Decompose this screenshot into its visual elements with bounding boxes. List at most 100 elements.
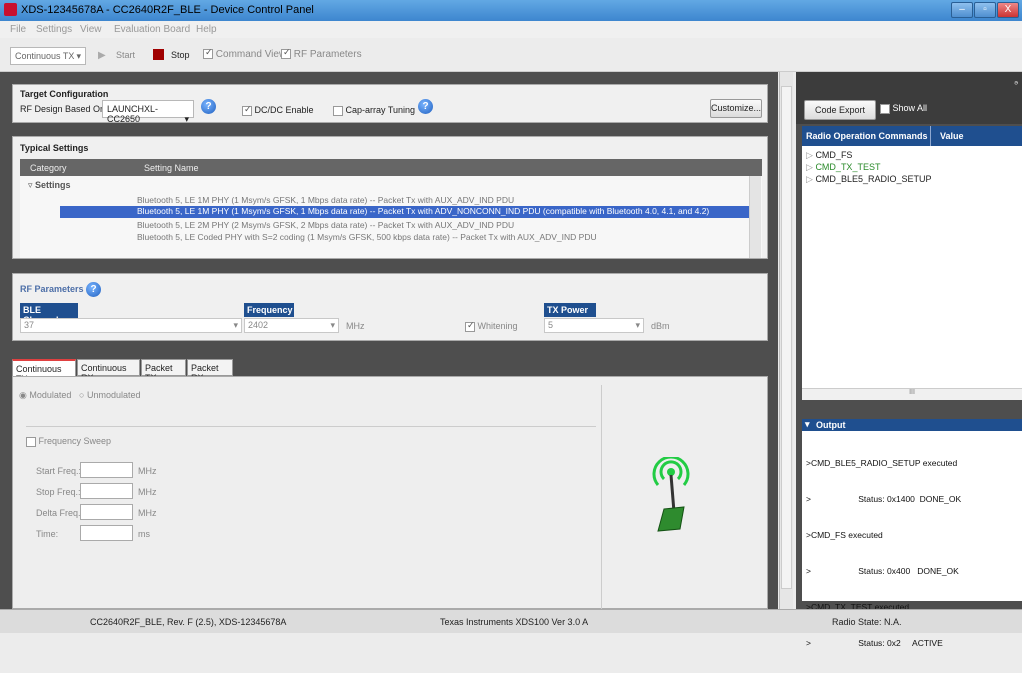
collapse-icon[interactable]: ▾ — [805, 419, 810, 430]
settings-group-row[interactable]: ▿ Settings — [28, 180, 71, 191]
menu-settings[interactable]: Settings — [36, 24, 72, 35]
menu-file[interactable]: File — [10, 24, 26, 35]
output-console: >CMD_BLE5_RADIO_SETUP executed > Status:… — [802, 431, 1022, 648]
code-export-button[interactable]: Code Export — [804, 100, 876, 120]
setting-row[interactable]: Bluetooth 5, LE 1M PHY (1 Msym/s GFSK, 1… — [137, 195, 752, 205]
column-commands: Radio Operation Commands — [806, 131, 928, 141]
expand-icon: ▷ — [806, 174, 813, 184]
radio-state: Radio State: N.A. — [832, 617, 902, 627]
expand-icon: ▷ — [806, 150, 813, 160]
minimize-button[interactable]: – — [951, 2, 973, 18]
tx-power-select[interactable]: 5 ▾ — [544, 318, 644, 333]
stop-icon[interactable] — [153, 49, 164, 60]
delta-freq-unit: MHz — [138, 508, 157, 518]
dcdc-label: DC/DC Enable — [254, 105, 314, 115]
checkbox-icon — [26, 436, 36, 447]
radio-on-icon: ◉ — [19, 390, 27, 400]
tree-item-label: CMD_TX_TEST — [815, 162, 881, 172]
mode-select[interactable]: Continuous TX ▾ — [10, 47, 86, 65]
settings-grid-header: Category Setting Name — [20, 159, 762, 176]
modulated-label: Modulated — [29, 390, 72, 400]
frequency-unit: MHz — [346, 321, 365, 331]
unmodulated-label: Unmodulated — [86, 390, 141, 400]
tree-item-cmd-tx-test[interactable]: ▷ CMD_TX_TEST — [806, 162, 880, 173]
whitening-checkbox[interactable]: Whitening — [465, 321, 518, 332]
help-icon[interactable]: ? — [201, 99, 216, 114]
close-button[interactable]: X — [997, 2, 1019, 18]
frequency-input[interactable]: 2402 ▾ — [244, 318, 339, 333]
command-view-label: Command View — [215, 49, 287, 60]
tree-item-cmd-fs[interactable]: ▷ CMD_FS — [806, 150, 852, 161]
rf-parameters-label: RF Parameters — [293, 49, 362, 60]
settings-scrollbar[interactable] — [749, 176, 761, 258]
menu-help[interactable]: Help — [196, 24, 217, 35]
tab-packet-tx[interactable]: Packet TX — [141, 359, 186, 383]
tab-continuous-rx[interactable]: Continuous RX — [77, 359, 140, 383]
unmodulated-radio[interactable]: ○ Unmodulated — [79, 390, 141, 400]
maximize-button[interactable]: ▫ — [974, 2, 996, 18]
divider — [26, 426, 596, 427]
frequency-sweep-checkbox[interactable]: Frequency Sweep — [26, 436, 111, 447]
commands-panel: ₔ Code Export Show All Radio Operation C… — [796, 72, 1022, 648]
pin-icon[interactable]: ₔ — [1014, 76, 1018, 87]
help-icon[interactable]: ? — [418, 99, 433, 114]
delta-freq-input[interactable] — [80, 504, 133, 520]
setting-row-selected[interactable]: Bluetooth 5, LE 1M PHY (1 Msym/s GFSK, 1… — [60, 206, 761, 218]
divider — [601, 385, 602, 610]
time-input[interactable] — [80, 525, 133, 541]
tx-power-value: 5 — [548, 320, 554, 330]
continuous-tx-content: ◉ Modulated ○ Unmodulated Frequency Swee… — [12, 376, 768, 610]
ble-channel-value: 37 — [24, 320, 35, 330]
time-label: Time: — [36, 529, 59, 539]
dcdc-enable-checkbox[interactable]: DC/DC Enable — [242, 105, 314, 116]
checkbox-icon — [465, 321, 475, 332]
status-bar: CC2640R2F_BLE, Rev. F (2.5), XDS-1234567… — [0, 609, 1022, 633]
typical-settings-panel: Typical Settings Category Setting Name ▿… — [12, 136, 768, 259]
commands-toolbar: ₔ Code Export Show All — [796, 72, 1022, 124]
output-line: > Status: 0x400 DONE_OK — [806, 566, 959, 576]
tree-item-label: CMD_BLE5_RADIO_SETUP — [815, 174, 932, 184]
play-icon[interactable]: ▶ — [98, 50, 106, 61]
expand-icon: ▷ — [806, 162, 813, 172]
chevron-down-icon: ▾ — [635, 320, 640, 330]
antenna-transmit-icon — [652, 457, 690, 532]
menu-evaluation-board[interactable]: Evaluation Board — [114, 24, 190, 35]
tree-hscrollbar[interactable]: III — [802, 388, 1022, 400]
start-button[interactable]: Start — [116, 50, 135, 60]
tab-packet-rx[interactable]: Packet RX — [187, 359, 233, 383]
scrollbar-thumb[interactable] — [781, 86, 792, 589]
stop-button[interactable]: Stop — [171, 50, 190, 60]
rf-parameters-toggle[interactable]: RF Parameters — [281, 49, 362, 60]
mode-select-value: Continuous TX — [15, 51, 75, 61]
start-freq-input[interactable] — [80, 462, 133, 478]
modulated-radio[interactable]: ◉ Modulated — [19, 390, 71, 401]
device-status: CC2640R2F_BLE, Rev. F (2.5), XDS-1234567… — [90, 617, 287, 627]
customize-button[interactable]: Customize... — [710, 99, 762, 118]
stop-freq-input[interactable] — [80, 483, 133, 499]
ble-channel-select[interactable]: 37 ▾ — [20, 318, 242, 333]
setting-row[interactable]: Bluetooth 5, LE Coded PHY with S=2 codin… — [137, 232, 752, 242]
chevron-down-icon: ▾ — [76, 51, 81, 61]
show-all-checkbox[interactable]: Show All — [880, 103, 927, 114]
menu-view[interactable]: View — [80, 24, 102, 35]
main-scrollbar[interactable] — [779, 72, 793, 609]
help-icon[interactable]: ? — [86, 282, 101, 297]
cap-array-checkbox[interactable]: Cap-array Tuning — [333, 105, 415, 116]
tab-continuous-tx[interactable]: Continuous TX — [12, 359, 76, 384]
collapse-icon: ▿ — [28, 180, 33, 190]
tree-item-cmd-ble5-radio-setup[interactable]: ▷ CMD_BLE5_RADIO_SETUP — [806, 174, 931, 185]
command-view-toggle[interactable]: Command View — [203, 49, 286, 60]
start-freq-unit: MHz — [138, 466, 157, 476]
chevron-down-icon: ▾ — [184, 114, 189, 124]
target-configuration-panel: Target Configuration RF Design Based On:… — [12, 84, 768, 124]
frequency-value: 2402 — [248, 320, 269, 330]
setting-row[interactable]: Bluetooth 5, LE 2M PHY (2 Msym/s GFSK, 2… — [137, 220, 752, 230]
target-config-header: Target Configuration — [20, 89, 109, 99]
output-title: Output — [816, 420, 846, 430]
cap-array-label: Cap-array Tuning — [345, 105, 416, 115]
rf-design-select[interactable]: LAUNCHXL-CC2650 ▾ — [102, 100, 194, 124]
rf-parameters-panel: RF Parameters ? BLE Channel 37▾ Frequenc… — [12, 273, 768, 341]
tx-power-unit: dBm — [651, 321, 670, 331]
ti-logo-icon — [4, 3, 17, 16]
checkbox-icon — [333, 105, 343, 116]
